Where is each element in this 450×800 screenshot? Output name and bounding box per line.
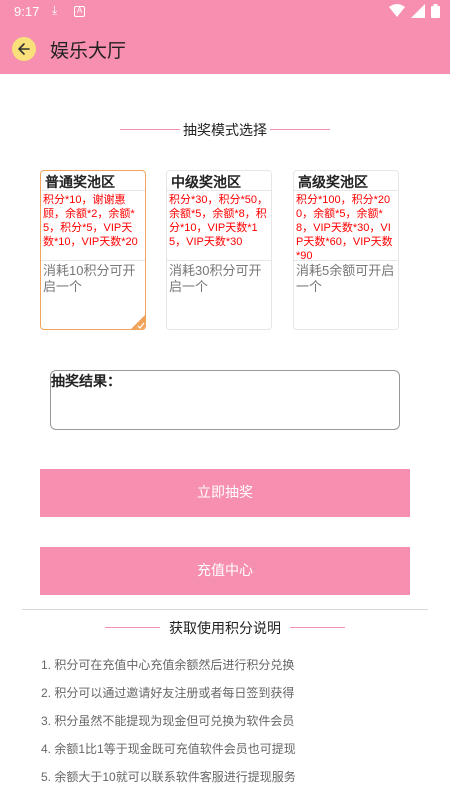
instructions-header: 获取使用积分说明 [0,618,450,638]
pool-card-medium[interactable]: 中级奖池区 积分*30，积分*50，余额*5，余额*8，积分*10，VIP天数*… [166,170,272,330]
divider [22,609,428,610]
instruction-item: 5. 余额大于10就可以联系软件客服进行提现服务 [41,770,296,784]
pool-card-normal[interactable]: 普通奖池区 积分*10，谢谢惠顾，余额*2，余额*5，积分*5，VIP天数*10… [40,170,146,330]
selected-check-icon [131,315,145,329]
title-line-right [270,129,330,130]
pool-rewards: 积分*10，谢谢惠顾，余额*2，余额*5，积分*5，VIP天数*10，VIP天数… [41,191,145,261]
app-bar: 娱乐大厅 [0,24,450,74]
recharge-button[interactable]: 充值中心 [40,547,410,595]
pool-card-advanced[interactable]: 高级奖池区 积分*100，积分*200，余额*5，余额*8，VIP天数*30，V… [293,170,399,330]
status-bar: 9:17 ⤓ A [0,0,450,24]
battery-icon [431,4,440,18]
page-title: 娱乐大厅 [50,40,127,62]
result-box: 抽奖结果： [50,370,400,430]
a-icon: A [74,6,85,17]
pool-cost: 消耗30积分可开启一个 [169,263,262,294]
download-icon: ⤓ [52,3,58,17]
result-label: 抽奖结果： [51,374,121,390]
signal-icon [411,4,425,18]
title-line-right [290,627,345,628]
instructions-list: 1. 积分可在充值中心充值余额然后进行积分兑换 2. 积分可以通过邀请好友注册或… [41,657,296,797]
instruction-item: 4. 余额1比1等于现金既可充值软件会员也可提现 [41,742,296,756]
status-time: 9:17 [14,4,40,19]
back-arrow-icon [18,43,30,55]
title-line-left [105,627,160,628]
instruction-item: 3. 积分虽然不能提现为现金但可兑换为软件会员 [41,714,295,728]
pool-rewards: 积分*100，积分*200，余额*5，余额*8，VIP天数*30，VIP天数*6… [294,191,398,262]
instruction-item: 1. 积分可在充值中心充值余额然后进行积分兑换 [41,658,295,672]
pool-title: 高级奖池区 [294,171,398,191]
pool-cost: 消耗10积分可开启一个 [43,263,136,294]
pool-title: 普通奖池区 [41,171,145,191]
back-button[interactable] [12,37,36,61]
mode-section-header: 抽奖模式选择 [0,120,450,140]
mode-section-title: 抽奖模式选择 [183,123,267,139]
title-line-left [120,129,180,130]
status-right [389,4,440,18]
pool-title: 中级奖池区 [167,171,271,191]
pool-cost: 消耗5余额可开启一个 [296,263,395,294]
pool-rewards: 积分*30，积分*50，余额*5，余额*8，积分*10，VIP天数*15，VIP… [167,191,271,261]
instruction-item: 2. 积分可以通过邀请好友注册或者每日签到获得 [41,686,295,700]
wifi-icon [389,4,405,17]
instructions-title: 获取使用积分说明 [169,621,281,637]
draw-button[interactable]: 立即抽奖 [40,469,410,517]
